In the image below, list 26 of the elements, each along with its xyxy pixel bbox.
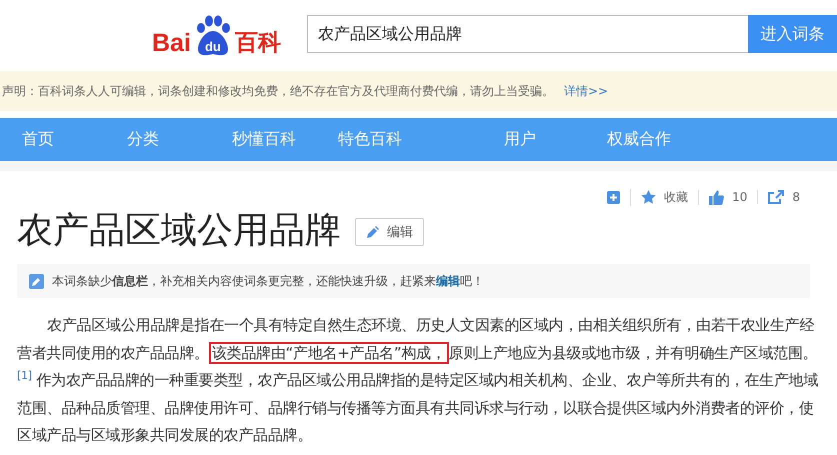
star-icon[interactable] <box>641 190 656 204</box>
nav-item[interactable]: 秒懂百科 <box>232 129 296 150</box>
count-label: 8 <box>792 190 800 204</box>
disclaimer-text: 声明：百科词条人人可编辑，词条创建和修改均免费，绝不存在官方及代理商付费代编，请勿上当受骗。 <box>2 82 554 100</box>
baike-logo[interactable]: Bai du 百科 <box>152 14 298 58</box>
search-field[interactable]: 农产品区域公用品牌 <box>307 15 748 53</box>
thumbs-up-icon[interactable] <box>709 190 724 204</box>
pencil-icon <box>29 274 44 288</box>
nav-item[interactable]: 权威合作 <box>607 129 671 150</box>
tip-text: 本词条缺少信息栏，补充相关内容使词条更完整，还能快速升级，赶紧来编辑吧！ <box>52 272 484 290</box>
entry-title: 农产品区域公用品牌 <box>17 208 341 252</box>
edit-button[interactable]: 编辑 <box>355 218 424 246</box>
edit-link[interactable]: 编辑 <box>436 274 460 288</box>
nav-item[interactable]: 分类 <box>127 129 159 150</box>
add-icon[interactable] <box>607 190 620 204</box>
count-label: 10 <box>732 190 748 204</box>
article-paragraph: 农产品区域公用品牌是指在一个具有特定自然生态环境、历史人文因素的区域内，由相关组织所有，由若干农业生产经营者共同使用的农产品品牌。 该类品牌由“产地名+产品名”构成， 原则上产地应为县级或地市级，并有明确生产区域范围。 $^{[1]}$ 作为农产品品牌的一种重要类型，农产品区域公用品牌指的是特定区域内相关机构、企业、农户等所共有的，在生产地域范围、品种品质管理、品牌使用许可、品牌行销与传播等方面具有共同诉求与行动，以联合提供区域内外消费者的评价，使区域产品与区域形象共同发展的农产品品牌。 <box>17 315 820 446</box>
citation-link[interactable]: [1] <box>17 369 32 382</box>
details-link[interactable]: 详情>> <box>564 82 608 100</box>
nav-item[interactable]: 首页 <box>22 129 54 150</box>
pencil-icon <box>366 226 379 238</box>
nav-item[interactable]: 用户 <box>504 129 536 150</box>
favorite-label: 收藏 <box>664 188 688 206</box>
enter-entry-button[interactable]: 进入词条 <box>748 15 837 53</box>
share-icon[interactable] <box>768 190 784 204</box>
nav-item[interactable]: 特色百科 <box>338 129 402 150</box>
